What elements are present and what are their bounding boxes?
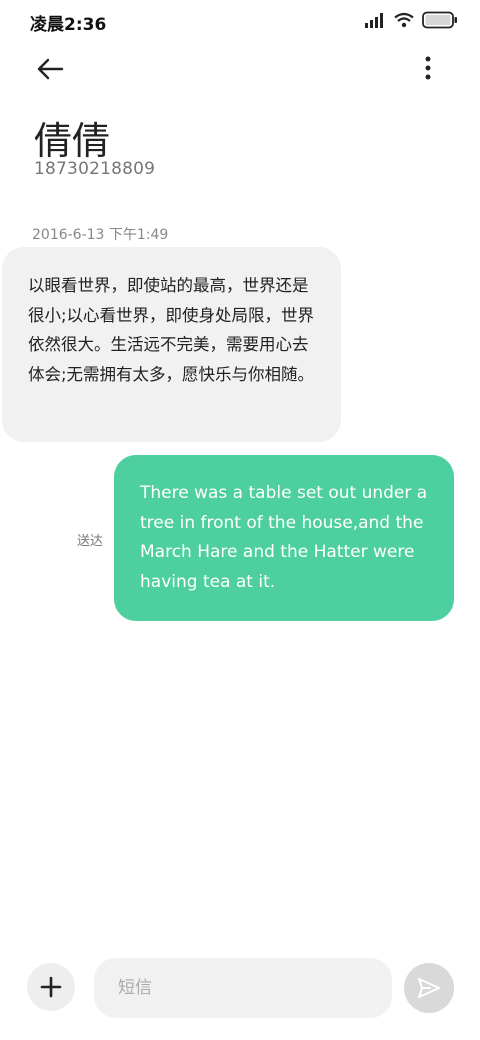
top-bar <box>0 44 480 94</box>
outgoing-message-bubble[interactable]: There was a table set out under a tree i… <box>114 455 454 621</box>
incoming-message-text: 以眼看世界，即使站的最高，世界还是很小;以心看世界，即使身处局限，世界依然很大。… <box>28 276 315 384</box>
wifi-icon <box>394 12 414 28</box>
add-attachment-button[interactable] <box>27 963 75 1011</box>
arrow-left-icon <box>37 58 64 80</box>
contact-name: 倩倩 <box>34 119 111 163</box>
send-button[interactable] <box>404 963 454 1013</box>
back-button[interactable] <box>32 54 72 84</box>
status-bar: 凌晨2:36 <box>0 0 480 42</box>
battery-icon <box>422 11 457 29</box>
signal-icon <box>365 13 383 28</box>
composer-bar <box>0 950 480 1030</box>
status-time: 凌晨2:36 <box>30 15 107 35</box>
send-icon <box>418 978 440 998</box>
message-input[interactable] <box>94 958 392 1018</box>
more-options-button[interactable] <box>412 52 444 86</box>
incoming-message-bubble[interactable]: 以眼看世界，即使站的最高，世界还是很小;以心看世界，即使身处局限，世界依然很大。… <box>2 247 341 442</box>
delivery-status: 送达 <box>77 534 104 549</box>
plus-icon <box>40 976 62 998</box>
outgoing-message-text: There was a table set out under a tree i… <box>140 483 428 592</box>
status-icons <box>364 11 458 29</box>
message-input-container <box>94 958 392 1018</box>
message-timestamp: 2016-6-13 下午1:49 <box>32 227 169 243</box>
contact-number: 18730218809 <box>34 159 156 179</box>
more-vertical-icon <box>425 56 431 80</box>
